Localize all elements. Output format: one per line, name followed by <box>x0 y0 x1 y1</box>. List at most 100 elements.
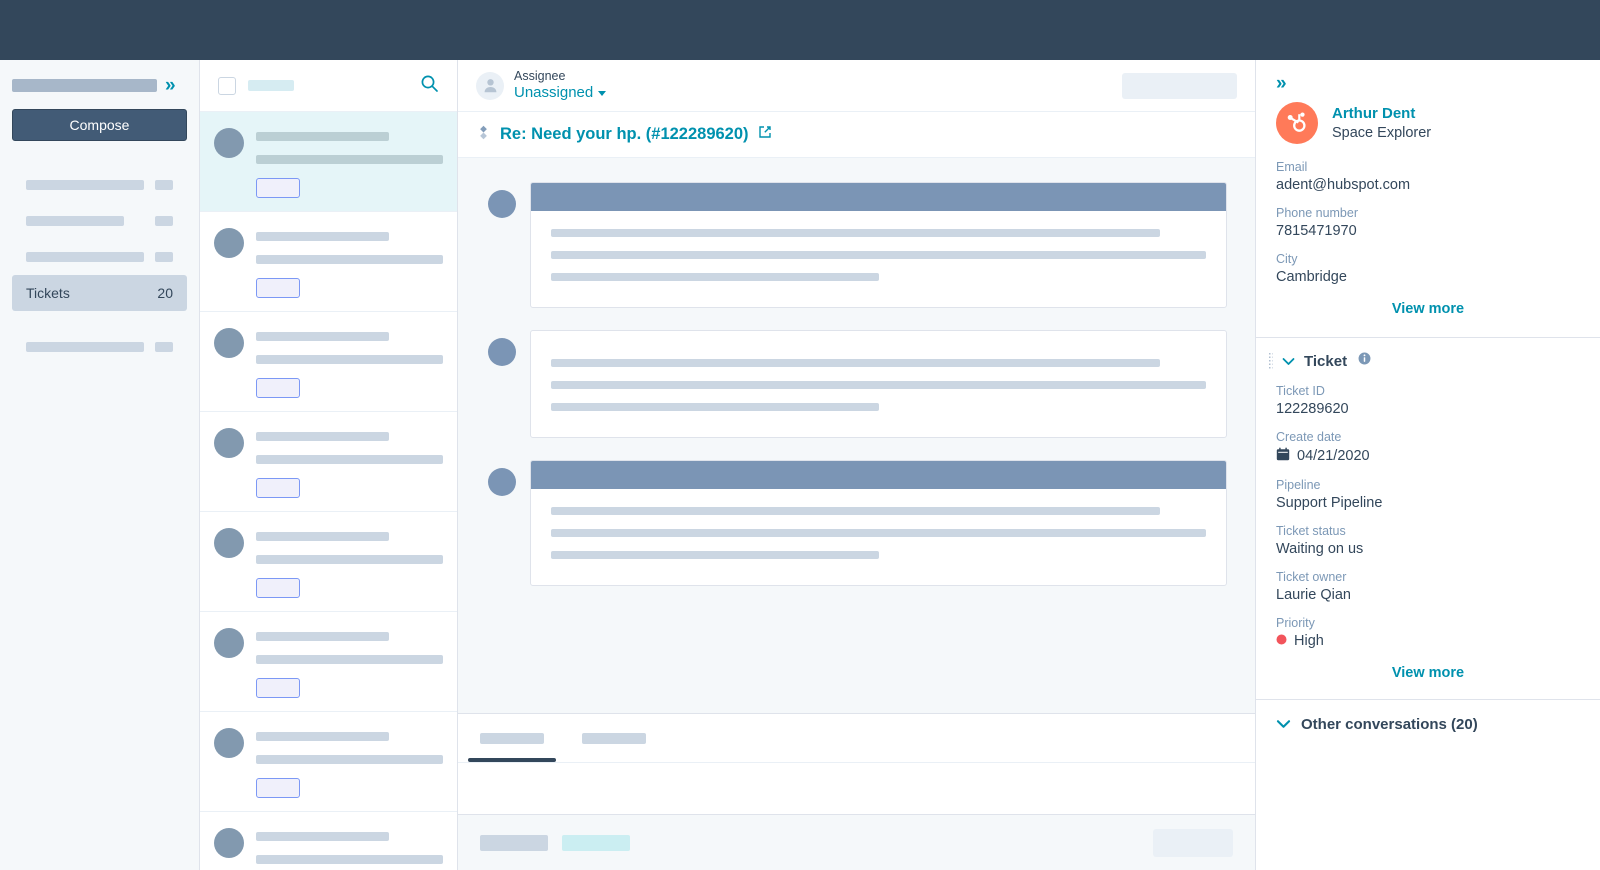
field-value[interactable]: 122289620 <box>1276 401 1580 417</box>
sidebar-item-0[interactable] <box>12 167 187 203</box>
conversation-preview <box>256 328 443 411</box>
conversation-title-placeholder <box>256 532 389 541</box>
field-label: City <box>1276 252 1580 266</box>
assignee-block: Assignee Unassigned <box>514 69 606 102</box>
sidebar-nav-list: Tickets 20 <box>0 167 199 365</box>
composer-tabs <box>458 714 1255 762</box>
message-card-header-placeholder <box>531 461 1226 489</box>
conversation-list-item[interactable] <box>200 112 457 212</box>
avatar <box>214 128 244 158</box>
contact-view-more-link[interactable]: View more <box>1276 301 1580 317</box>
other-conversations-section[interactable]: Other conversations (20) <box>1256 700 1600 749</box>
field-value: 04/21/2020 <box>1297 448 1370 464</box>
external-link-icon[interactable] <box>758 125 772 144</box>
sidebar-item-count-placeholder <box>155 180 173 190</box>
info-icon[interactable] <box>1358 352 1371 370</box>
composer-tab-1[interactable] <box>582 733 646 744</box>
field-label: Ticket status <box>1276 524 1580 538</box>
conversation-preview <box>256 428 443 511</box>
assignee-value: Unassigned <box>514 84 593 102</box>
composer-tab-0[interactable] <box>480 733 544 744</box>
avatar <box>214 728 244 758</box>
chevron-double-right-icon[interactable]: » <box>1276 73 1285 94</box>
conversation-list-header <box>200 60 457 112</box>
ticket-field-owner: Ticket owner Laurie Qian <box>1276 570 1580 603</box>
composer-footer-item-1[interactable] <box>562 835 630 851</box>
conversation-list-item[interactable] <box>200 612 457 712</box>
contact-name[interactable]: Arthur Dent <box>1332 105 1431 122</box>
contact-field-phone: Phone number 7815471970 <box>1276 206 1580 239</box>
chevron-double-right-icon[interactable]: » <box>165 76 174 95</box>
chevron-down-icon[interactable] <box>1276 717 1291 732</box>
field-value[interactable]: Laurie Qian <box>1276 587 1580 603</box>
conversation-title-placeholder <box>256 232 389 241</box>
field-value[interactable]: Cambridge <box>1276 269 1580 285</box>
message-item <box>488 182 1227 308</box>
avatar <box>214 528 244 558</box>
assignee-dropdown[interactable]: Unassigned <box>514 84 606 102</box>
thread-subject[interactable]: Re: Need your hp. (#122289620) <box>500 125 749 144</box>
message-text-placeholder <box>551 229 1160 237</box>
right-sidebar-collapse[interactable]: » <box>1256 60 1600 96</box>
ticket-section-header[interactable]: Ticket <box>1268 352 1580 370</box>
field-label: Pipeline <box>1276 478 1580 492</box>
conversation-preview <box>256 628 443 711</box>
conversation-snippet-placeholder <box>256 155 443 164</box>
message-composer <box>458 713 1255 870</box>
message-item <box>488 330 1227 438</box>
thread-action-button-placeholder[interactable] <box>1122 73 1237 99</box>
composer-send-button-placeholder[interactable] <box>1153 829 1233 857</box>
message-card-header-placeholder <box>531 183 1226 211</box>
sidebar-item-2[interactable] <box>12 239 187 275</box>
ticket-field-id: Ticket ID 122289620 <box>1276 384 1580 417</box>
sidebar-item-1[interactable] <box>12 203 187 239</box>
conversation-list-item[interactable] <box>200 412 457 512</box>
avatar <box>488 190 516 218</box>
sidebar-item-label-placeholder <box>26 180 144 190</box>
composer-footer-item-0[interactable] <box>480 835 548 851</box>
field-label: Ticket ID <box>1276 384 1580 398</box>
thread-subject-bar: Re: Need your hp. (#122289620) <box>458 112 1255 158</box>
conversation-list-item[interactable] <box>200 712 457 812</box>
sidebar-item-label-placeholder <box>26 216 124 226</box>
conversation-list-item[interactable] <box>200 212 457 312</box>
message-text-placeholder <box>551 359 1160 367</box>
conversation-list-item[interactable] <box>200 312 457 412</box>
message-item <box>488 460 1227 586</box>
composer-active-tab-indicator <box>468 758 556 762</box>
conversation-snippet-placeholder <box>256 455 443 464</box>
field-value[interactable]: Support Pipeline <box>1276 495 1580 511</box>
message-card[interactable] <box>530 330 1227 438</box>
sidebar-item-4[interactable] <box>12 329 187 365</box>
select-all-checkbox[interactable] <box>218 77 236 95</box>
conversation-list-item[interactable] <box>200 512 457 612</box>
sidebar-item-tickets[interactable]: Tickets 20 <box>12 275 187 311</box>
filter-label-placeholder <box>248 80 294 91</box>
ticket-field-pipeline: Pipeline Support Pipeline <box>1276 478 1580 511</box>
message-text-placeholder <box>551 273 879 281</box>
ticket-view-more-link[interactable]: View more <box>1276 665 1580 681</box>
person-icon <box>476 72 504 100</box>
message-card[interactable] <box>530 460 1227 586</box>
sidebar-divider <box>0 311 199 329</box>
search-icon[interactable] <box>420 74 439 98</box>
field-value[interactable]: 7815471970 <box>1276 223 1580 239</box>
field-value-row[interactable]: High <box>1276 633 1580 649</box>
compose-button[interactable]: Compose <box>12 109 187 141</box>
field-value: High <box>1294 633 1324 649</box>
conversation-list-item[interactable] <box>200 812 457 870</box>
conversation-title-placeholder <box>256 632 389 641</box>
sidebar-item-count-placeholder <box>155 216 173 226</box>
hubspot-sprocket-icon <box>1276 102 1318 144</box>
field-value[interactable]: Waiting on us <box>1276 541 1580 557</box>
field-value-row[interactable]: 04/21/2020 <box>1276 447 1580 465</box>
conversation-badge-placeholder <box>256 178 300 198</box>
composer-input-area[interactable] <box>458 762 1255 814</box>
field-value[interactable]: adent@hubspot.com <box>1276 177 1580 193</box>
chevron-down-icon[interactable] <box>1282 354 1295 369</box>
avatar <box>214 428 244 458</box>
drag-handle-icon[interactable] <box>1268 352 1273 370</box>
message-card[interactable] <box>530 182 1227 308</box>
message-card-body <box>531 489 1226 585</box>
conversation-title-placeholder <box>256 732 389 741</box>
